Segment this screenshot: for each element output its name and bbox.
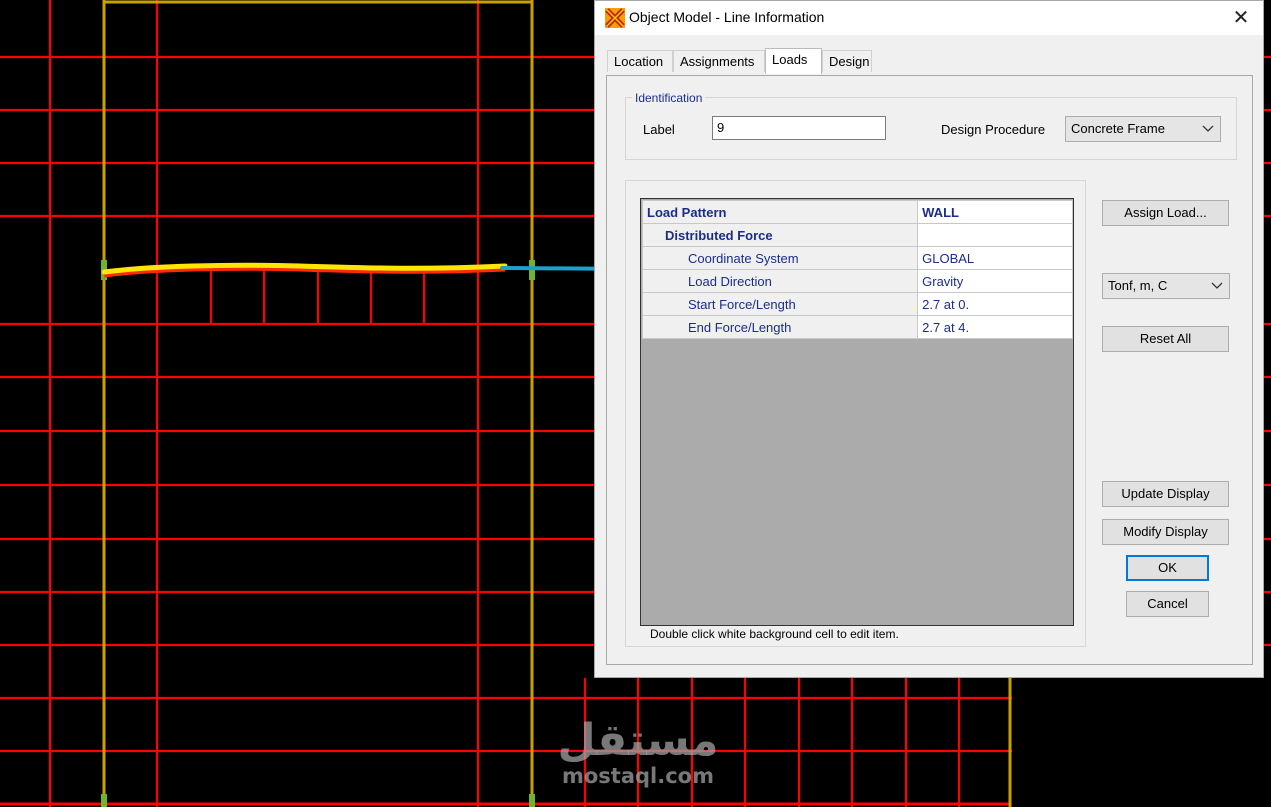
units-select[interactable]: Tonf, m, C xyxy=(1102,273,1230,299)
end-force-caption: End Force/Length xyxy=(641,315,919,339)
tab-assignments[interactable]: Assignments xyxy=(673,50,765,72)
reset-all-button[interactable]: Reset All xyxy=(1102,326,1229,352)
load-direction-caption: Load Direction xyxy=(641,269,919,293)
mostaql-watermark: مستقل mostaql.com xyxy=(553,715,723,789)
watermark-latin: mostaql.com xyxy=(562,764,714,788)
design-procedure-select[interactable]: Concrete Frame xyxy=(1065,116,1221,142)
watermark-arabic: مستقل xyxy=(557,715,719,766)
table-row-section: Distributed Force xyxy=(641,223,1073,247)
assign-load-button[interactable]: Assign Load... xyxy=(1102,200,1229,226)
tab-design[interactable]: Design xyxy=(822,50,872,72)
modify-display-button[interactable]: Modify Display xyxy=(1102,519,1229,545)
coordinate-system-value[interactable]: GLOBAL xyxy=(917,246,1073,270)
start-force-value[interactable]: 2.7 at 0. xyxy=(917,292,1073,316)
cancel-button[interactable]: Cancel xyxy=(1126,591,1209,617)
title-bar: Object Model - Line Information ✕ xyxy=(595,1,1263,35)
table-row: Coordinate System GLOBAL xyxy=(641,246,1073,270)
background-region xyxy=(1012,678,1271,807)
coordinate-system-caption: Coordinate System xyxy=(641,246,919,270)
close-button[interactable]: ✕ xyxy=(1219,1,1263,35)
identification-title: Identification xyxy=(632,91,706,105)
distributed-force-heading: Distributed Force xyxy=(641,223,919,247)
table-row-header: Load Pattern WALL xyxy=(641,200,1073,224)
tab-loads[interactable]: Loads xyxy=(765,48,822,74)
window-title: Object Model - Line Information xyxy=(629,9,825,25)
design-procedure-caption: Design Procedure xyxy=(941,122,1046,137)
table-row: Start Force/Length 2.7 at 0. xyxy=(641,292,1073,316)
update-display-button[interactable]: Update Display xyxy=(1102,481,1229,507)
etabs-icon xyxy=(605,8,625,28)
tab-location[interactable]: Location xyxy=(607,50,673,72)
end-force-value[interactable]: 2.7 at 4. xyxy=(917,315,1073,339)
joint-marker xyxy=(101,794,107,807)
joint-marker xyxy=(529,794,535,807)
table-row: End Force/Length 2.7 at 4. xyxy=(641,315,1073,339)
load-pattern-value[interactable]: WALL xyxy=(917,200,1073,224)
chevron-down-icon xyxy=(1211,282,1223,289)
distributed-force-value[interactable] xyxy=(917,223,1073,247)
start-force-caption: Start Force/Length xyxy=(641,292,919,316)
close-icon: ✕ xyxy=(1232,7,1250,29)
design-procedure-value: Concrete Frame xyxy=(1071,121,1165,136)
label-field[interactable]: 9 xyxy=(712,116,886,140)
load-direction-value[interactable]: Gravity xyxy=(917,269,1073,293)
load-properties-grid: Load Pattern WALL Distributed Force Coor… xyxy=(640,198,1074,626)
load-properties-table: Load Pattern WALL Distributed Force Coor… xyxy=(641,200,1073,339)
table-row: Load Direction Gravity xyxy=(641,269,1073,293)
line-information-dialog: Object Model - Line Information ✕ Locati… xyxy=(594,0,1264,678)
chevron-down-icon xyxy=(1202,125,1214,132)
units-value: Tonf, m, C xyxy=(1108,278,1168,293)
label-caption: Label xyxy=(643,122,675,137)
load-pattern-caption: Load Pattern xyxy=(641,200,919,224)
edit-hint: Double click white background cell to ed… xyxy=(650,627,899,641)
ok-button[interactable]: OK xyxy=(1126,555,1209,581)
